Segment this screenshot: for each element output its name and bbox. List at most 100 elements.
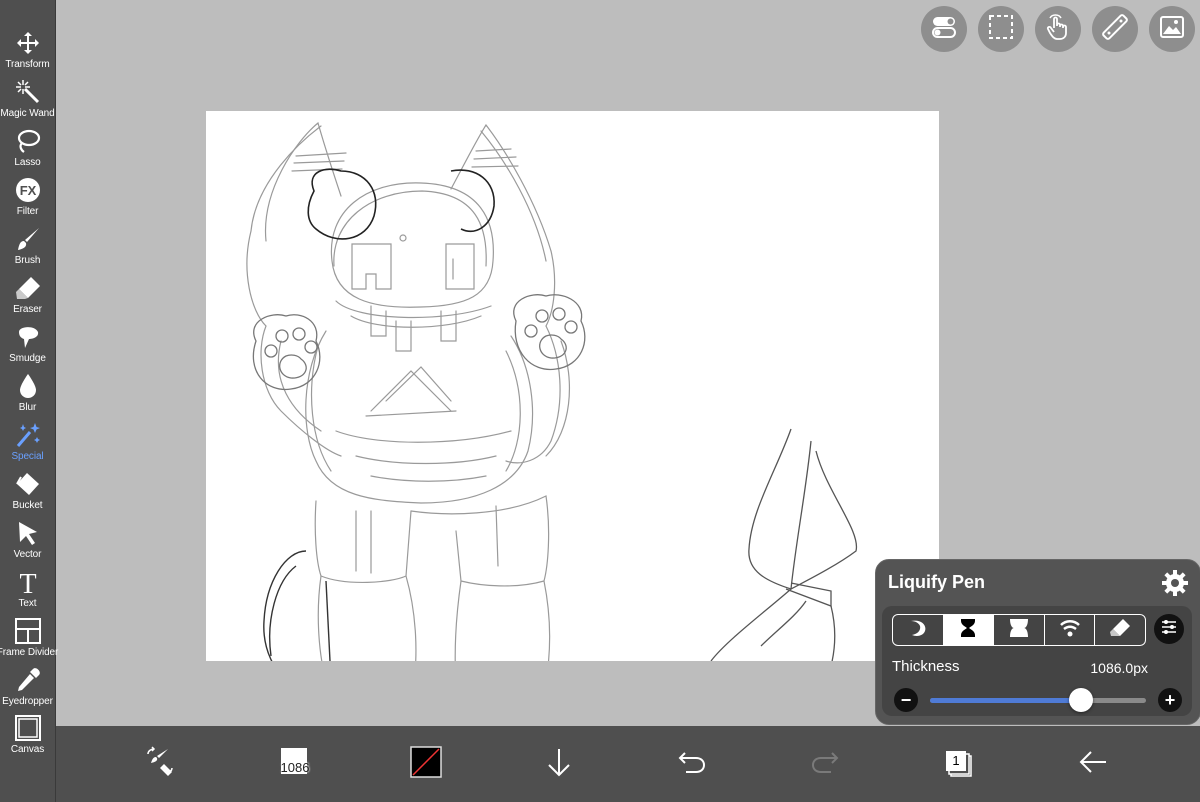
download-button[interactable]	[533, 738, 585, 790]
tool-label: Text	[18, 598, 37, 609]
color-swatch-icon	[410, 745, 442, 783]
tool-label: Filter	[16, 206, 39, 217]
brush-icon	[14, 225, 42, 253]
magic-wand-icon	[14, 78, 42, 106]
brush-size-value: 1086	[280, 760, 310, 775]
crescent-icon	[907, 617, 929, 644]
selection-icon	[988, 14, 1014, 45]
download-arrow-icon	[543, 746, 575, 783]
ruler-button[interactable]	[1092, 6, 1138, 52]
plus-icon: +	[1164, 690, 1176, 710]
tool-label: Canvas	[10, 744, 45, 755]
thickness-increase-button[interactable]: +	[1158, 688, 1182, 712]
tool-lasso[interactable]: Lasso	[0, 125, 55, 174]
mode-crescent[interactable]	[893, 615, 944, 645]
touch-hand-icon	[1045, 13, 1071, 45]
ruler-icon	[1102, 13, 1128, 45]
vector-cursor-icon	[14, 519, 42, 547]
tool-canvas[interactable]: Canvas	[0, 712, 55, 761]
lasso-icon	[14, 127, 42, 155]
move-arrows-icon	[14, 29, 42, 57]
tool-text[interactable]: T Text	[0, 566, 55, 615]
tool-magic-wand[interactable]: Magic Wand	[0, 76, 55, 125]
left-toolbar: Transform Magic Wand Lasso FX Filter Bru…	[0, 0, 59, 802]
tool-label: Blur	[18, 402, 37, 413]
tool-label: Smudge	[9, 353, 46, 364]
tool-label: Special	[11, 451, 44, 462]
selection-button[interactable]	[978, 6, 1024, 52]
text-t-icon: T	[14, 568, 42, 596]
sketch-drawing	[246, 121, 858, 661]
tool-special[interactable]: Special	[0, 419, 55, 468]
hourglass-icon	[957, 617, 979, 644]
liquify-panel: Liquify Pen Thickness 1086.0px − +	[875, 559, 1200, 725]
sliders-icon	[1159, 617, 1179, 642]
tool-bucket[interactable]: Bucket	[0, 468, 55, 517]
tool-label: Eyedropper	[2, 696, 53, 707]
liquify-title: Liquify Pen	[888, 572, 986, 592]
drawing-canvas[interactable]	[206, 111, 939, 661]
layer-count: 1	[952, 753, 960, 768]
tool-frame-divider[interactable]: Frame Divider	[0, 615, 59, 664]
layers-button[interactable]: 1	[933, 738, 985, 790]
eyedropper-icon	[14, 666, 42, 694]
tool-eraser[interactable]: Eraser	[0, 272, 55, 321]
brush-swap-button[interactable]	[134, 738, 186, 790]
thickness-slider[interactable]	[930, 688, 1146, 712]
liquify-controls: Thickness 1086.0px − +	[882, 606, 1192, 716]
mode-settings-button[interactable]	[1154, 614, 1184, 644]
svg-text:FX: FX	[19, 183, 36, 198]
brush-size-button[interactable]: 1086	[269, 738, 321, 790]
svg-text:T: T	[19, 569, 36, 595]
back-button[interactable]	[1067, 738, 1119, 790]
tool-label: Eraser	[13, 304, 42, 315]
eraser-icon	[14, 274, 42, 302]
undo-icon	[676, 746, 708, 783]
thickness-label: Thickness	[892, 658, 960, 675]
tool-label: Vector	[13, 549, 42, 560]
blur-drop-icon	[14, 372, 42, 400]
mode-pinch[interactable]	[994, 615, 1045, 645]
liquify-mode-selector	[892, 614, 1146, 646]
bucket-icon	[14, 470, 42, 498]
thickness-value: 1086.0px	[1090, 660, 1148, 676]
tool-label: Magic Wand	[0, 108, 55, 119]
tool-label: Frame Divider	[0, 647, 59, 658]
tool-label: Lasso	[14, 157, 41, 168]
tool-label: Brush	[14, 255, 41, 266]
tool-filter[interactable]: FX Filter	[0, 174, 55, 223]
mode-eraser[interactable]	[1095, 615, 1145, 645]
color-button[interactable]	[400, 738, 452, 790]
smudge-icon	[14, 323, 42, 351]
tool-eyedropper[interactable]: Eyedropper	[0, 664, 55, 713]
mode-wave[interactable]	[1045, 615, 1096, 645]
image-material-icon	[1159, 14, 1185, 45]
frame-divider-icon	[14, 617, 42, 645]
toggle-settings-button[interactable]	[921, 6, 967, 52]
thickness-slider-knob[interactable]	[1069, 688, 1094, 712]
touch-button[interactable]	[1035, 6, 1081, 52]
redo-icon	[809, 746, 841, 783]
tool-smudge[interactable]: Smudge	[0, 321, 55, 370]
tool-blur[interactable]: Blur	[0, 370, 55, 419]
special-sparkle-icon	[14, 421, 42, 449]
brush-size-icon: 1086	[275, 744, 315, 784]
material-button[interactable]	[1149, 6, 1195, 52]
tool-label: Bucket	[12, 500, 43, 511]
layers-icon: 1	[943, 748, 975, 780]
tool-transform[interactable]: Transform	[0, 27, 55, 76]
undo-button[interactable]	[666, 738, 718, 790]
bottom-toolbar: 1086 1	[56, 726, 1200, 802]
gear-icon[interactable]	[1160, 568, 1190, 598]
mode-hourglass[interactable]	[943, 615, 995, 645]
eraser-icon	[1109, 617, 1131, 644]
tool-vector[interactable]: Vector	[0, 517, 55, 566]
fx-icon: FX	[14, 176, 42, 204]
redo-button[interactable]	[799, 738, 851, 790]
minus-icon: −	[900, 690, 912, 710]
brush-swap-icon	[144, 745, 176, 783]
tool-label: Transform	[5, 59, 50, 70]
thickness-slider-fill	[930, 698, 1082, 703]
tool-brush[interactable]: Brush	[0, 223, 55, 272]
thickness-decrease-button[interactable]: −	[894, 688, 918, 712]
